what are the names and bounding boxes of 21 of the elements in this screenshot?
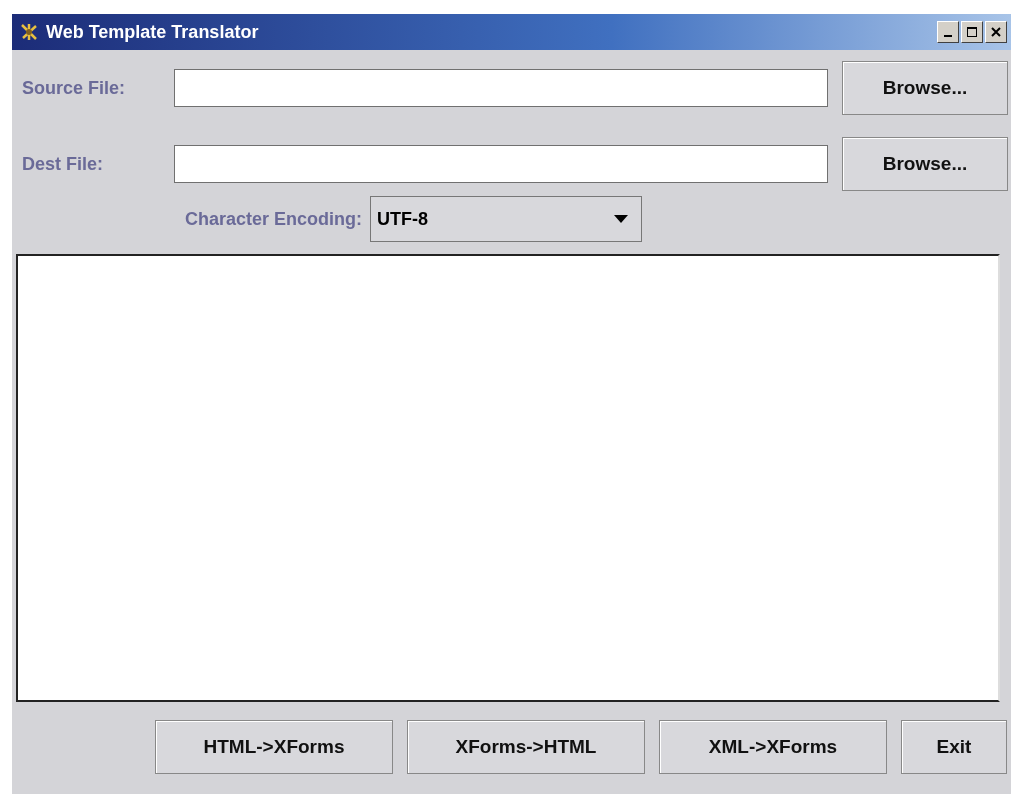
minimize-button[interactable]: [937, 21, 959, 43]
field-label: Dest File:: [21, 153, 105, 175]
action-button[interactable]: XML->XForms: [659, 720, 887, 774]
close-button[interactable]: [985, 21, 1007, 43]
window-title: Web Template Translator: [46, 21, 259, 43]
action-button[interactable]: XForms->HTML: [407, 720, 645, 774]
maximize-icon: [966, 26, 978, 38]
caret-icon: [613, 214, 629, 224]
minimize-icon: [944, 35, 952, 37]
input-field[interactable]: [174, 145, 828, 183]
action-button[interactable]: Exit: [901, 720, 1007, 774]
action-button[interactable]: HTML->XForms: [155, 720, 393, 774]
app-icon: [20, 23, 38, 41]
field-label: Source File:: [21, 77, 127, 99]
encoding-label: Character Encoding:: [185, 208, 362, 230]
browse-button[interactable]: Browse...: [842, 61, 1008, 115]
encoding-dropdown[interactable]: UTF-8: [370, 196, 642, 242]
browse-button[interactable]: Browse...: [842, 137, 1008, 191]
maximize-button[interactable]: [961, 21, 983, 43]
input-field[interactable]: [174, 69, 828, 107]
close-icon: [990, 26, 1002, 38]
